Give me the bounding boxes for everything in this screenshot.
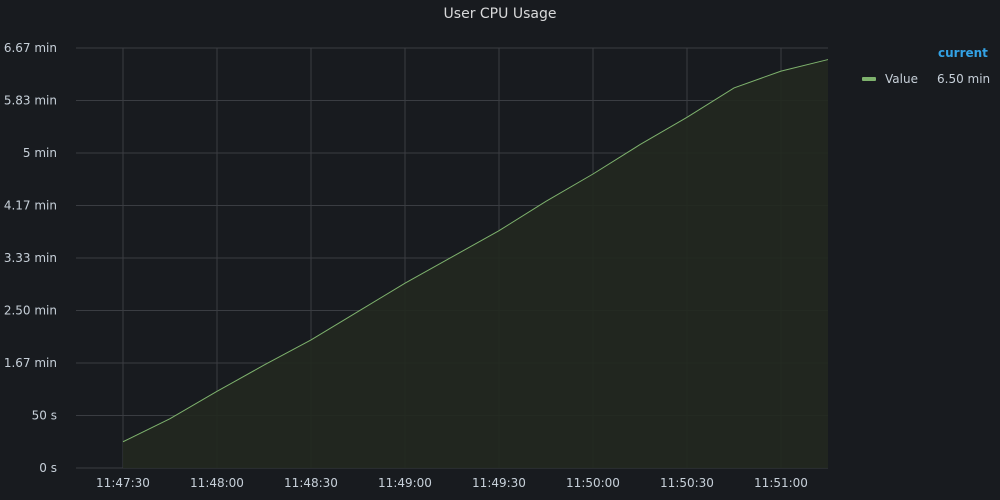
y-tick-label: 50 s — [32, 409, 57, 423]
graph-panel: User CPU Usage 0 s 50 s 1.67 min 2.50 min 3.… — [0, 0, 1000, 500]
x-tick-label: 11:49:30 — [472, 476, 526, 490]
legend-item-value[interactable]: Value 6.50 min — [862, 71, 992, 87]
series-area — [122, 59, 829, 469]
legend-header-current[interactable]: current — [938, 46, 988, 60]
y-tick-label: 5 min — [23, 146, 57, 160]
y-tick-label: 3.33 min — [4, 251, 57, 265]
x-tick-label: 11:49:00 — [378, 476, 432, 490]
x-tick-label: 11:50:00 — [566, 476, 620, 490]
series-fill — [123, 59, 828, 469]
x-tick-label: 11:47:30 — [96, 476, 150, 490]
y-tick-label: 4.17 min — [4, 199, 57, 213]
x-tick-label: 11:48:30 — [284, 476, 338, 490]
y-tick-label: 6.67 min — [4, 41, 57, 55]
x-axis-ticks: 11:47:30 11:48:00 11:48:30 11:49:00 11:49:30… — [96, 476, 808, 490]
y-tick-label: 5.83 min — [4, 94, 57, 108]
x-tick-label: 11:48:00 — [190, 476, 244, 490]
x-tick-label: 11:50:30 — [660, 476, 714, 490]
legend-current-value: 6.50 min — [937, 72, 991, 86]
y-tick-label: 2.50 min — [4, 304, 57, 318]
legend-series-name: Value — [885, 72, 918, 86]
legend-swatch-icon — [862, 77, 876, 81]
y-tick-label: 1.67 min — [4, 356, 57, 370]
x-tick-label: 11:51:00 — [754, 476, 808, 490]
y-axis-ticks: 0 s 50 s 1.67 min 2.50 min 3.33 min 4.17 min 5… — [4, 41, 57, 475]
y-tick-label: 0 s — [39, 461, 57, 475]
chart-area[interactable]: 0 s 50 s 1.67 min 2.50 min 3.33 min 4.17 min 5… — [0, 0, 1000, 500]
